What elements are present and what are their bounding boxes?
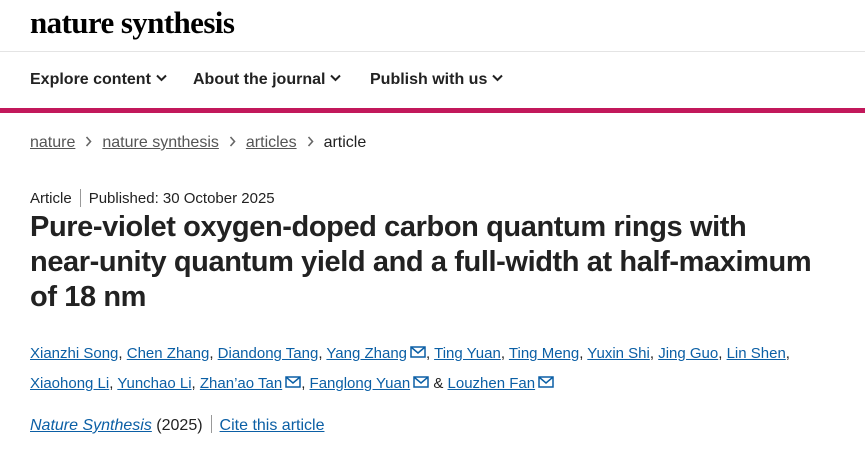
breadcrumb-current: article	[323, 134, 367, 151]
breadcrumb-nature[interactable]: nature	[30, 134, 75, 151]
cite-this-article-link[interactable]: Cite this article	[220, 417, 325, 434]
author-link[interactable]: Yunchao Li	[117, 375, 191, 392]
publish-date: Published: 30 October 2025	[88, 190, 275, 207]
author-link[interactable]: Fanglong Yuan	[310, 375, 411, 392]
email-icon[interactable]	[538, 376, 554, 388]
site-header: nature synthesis	[0, 0, 865, 52]
email-icon[interactable]	[410, 346, 426, 358]
nav-item-label: Explore content	[30, 71, 151, 88]
nav-item-label: Publish with us	[370, 71, 488, 88]
chevron-right-icon	[86, 136, 92, 147]
email-icon[interactable]	[285, 376, 301, 388]
accent-divider	[0, 108, 865, 113]
author-link[interactable]: Xiaohong Li	[30, 375, 109, 392]
nav-about-journal[interactable]: About the journal	[193, 71, 342, 89]
chevron-down-icon	[492, 75, 504, 82]
chevron-right-icon	[307, 136, 314, 147]
divider	[79, 188, 81, 207]
article-title: Pure-violet oxygen-doped carbon quantum …	[30, 211, 812, 313]
author-link[interactable]: Xianzhi Song	[30, 345, 118, 362]
nav-publish-with-us[interactable]: Publish with us	[370, 71, 504, 89]
chevron-down-icon	[156, 75, 167, 82]
author-list: Xianzhi Song, Chen Zhang, Diandong Tang,…	[30, 345, 790, 392]
journal-link[interactable]: Nature Synthesis	[30, 417, 152, 434]
author-link[interactable]: Lin Shen	[727, 345, 786, 362]
article-meta: Article Published: 30 October 2025	[30, 188, 275, 207]
chevron-down-icon	[330, 75, 342, 82]
author-link[interactable]: Yuxin Shi	[587, 345, 650, 362]
divider	[210, 415, 212, 434]
publication-year: (2025)	[156, 417, 203, 434]
author-link[interactable]: Chen Zhang	[127, 345, 210, 362]
author-link[interactable]: Louzhen Fan	[448, 375, 536, 392]
nav-item-label: About the journal	[193, 71, 326, 88]
main-nav: Explore content About the journal Publis…	[0, 52, 865, 108]
article-type: Article	[30, 190, 72, 207]
nav-explore-content[interactable]: Explore content	[30, 71, 167, 89]
author-link[interactable]: Ting Yuan	[434, 345, 501, 362]
citation-line: Nature Synthesis (2025) Cite this article	[30, 415, 325, 435]
author-link[interactable]: Jing Guo	[658, 345, 718, 362]
breadcrumb-nature-synthesis[interactable]: nature synthesis	[102, 134, 219, 151]
author-link[interactable]: Zhan’ao Tan	[200, 375, 282, 392]
breadcrumb-articles[interactable]: articles	[246, 134, 297, 151]
site-logo[interactable]: nature synthesis	[30, 5, 235, 41]
author-link[interactable]: Diandong Tang	[218, 345, 319, 362]
email-icon[interactable]	[413, 376, 429, 388]
author-link[interactable]: Ting Meng	[509, 345, 579, 362]
author-link[interactable]: Yang Zhang	[326, 345, 407, 362]
breadcrumb: nature nature synthesis articles article	[30, 134, 366, 152]
chevron-right-icon	[229, 136, 236, 147]
